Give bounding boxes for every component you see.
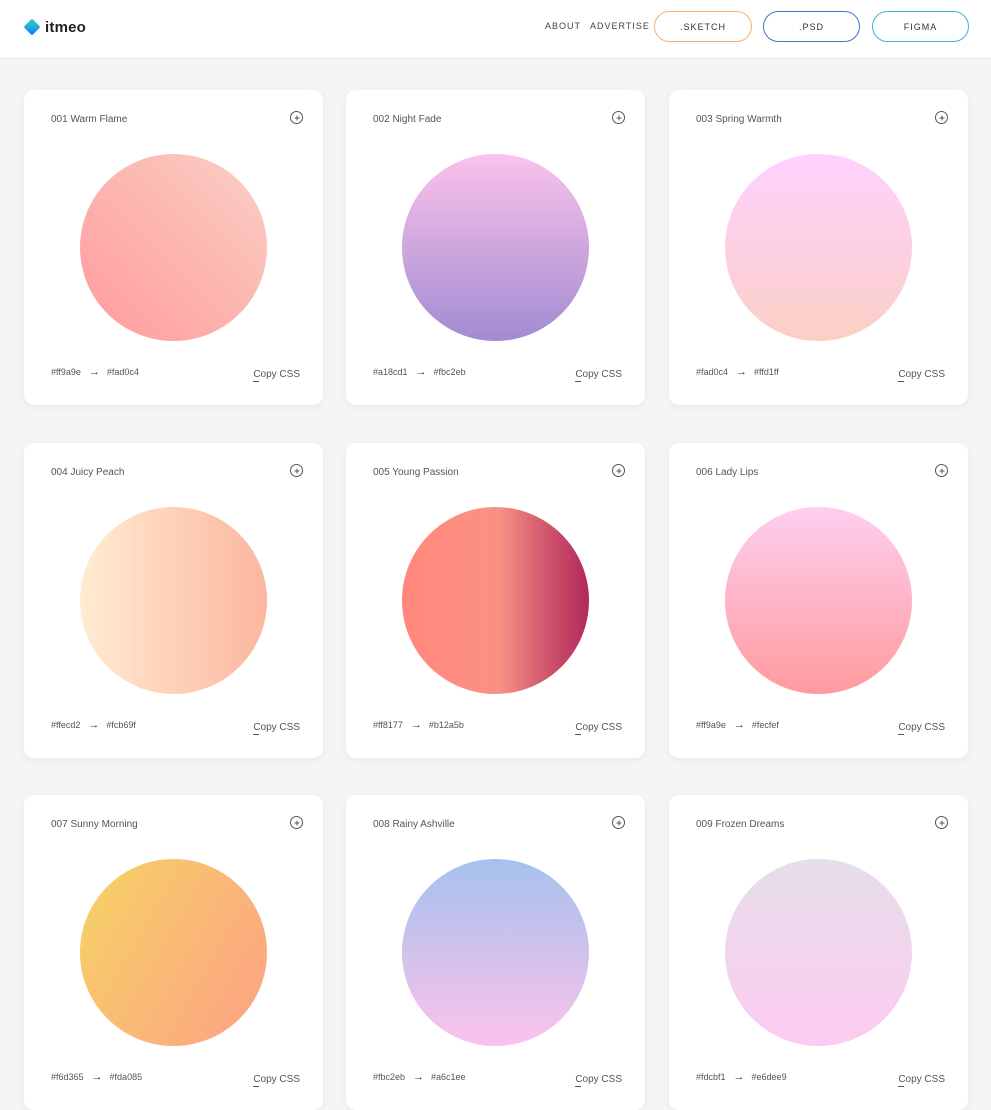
add-circle-icon[interactable]: [612, 464, 625, 477]
arrow-right-icon: →: [413, 1070, 425, 1083]
arrow-right-icon: →: [91, 1070, 103, 1083]
gradient-title: 002 Night Fade: [373, 114, 442, 125]
arrow-right-icon: →: [88, 718, 100, 731]
color-codes: #ff9a9e → #fad0c4: [51, 365, 139, 378]
color-codes: #ff8177 → #b12a5b: [373, 718, 464, 731]
to-color-code: #fad0c4: [106, 367, 139, 377]
logo[interactable]: itmeo: [23, 17, 87, 37]
from-color-code: #fad0c4: [696, 367, 729, 377]
gradient-card: 007 Sunny Morning #f6d365 → #fda085 Copy CSS: [24, 795, 323, 1110]
to-color-code: #ffd1ff: [754, 367, 779, 377]
arrow-right-icon: →: [415, 365, 427, 378]
arrow-right-icon: →: [736, 365, 748, 378]
copy-css-button[interactable]: Copy CSS: [898, 369, 945, 382]
logo-diamond-icon: [23, 18, 41, 36]
nav-about-link[interactable]: ABOUT: [545, 21, 581, 31]
add-circle-icon[interactable]: [612, 111, 625, 124]
from-color-code: #ffecd2: [51, 720, 81, 730]
gradient-card: 001 Warm Flame #ff9a9e → #fad0c4 Copy CSS: [24, 90, 323, 405]
add-circle-icon[interactable]: [290, 111, 303, 124]
gradient-title: 007 Sunny Morning: [51, 819, 138, 830]
color-codes: #fad0c4 → #ffd1ff: [696, 365, 779, 378]
from-color-code: #f6d365: [51, 1072, 84, 1082]
from-color-code: #ff8177: [373, 720, 403, 730]
to-color-code: #a6c1ee: [431, 1072, 466, 1082]
gradient-card: 002 Night Fade #a18cd1 → #fbc2eb Copy CSS: [346, 90, 645, 405]
copy-css-button[interactable]: Copy CSS: [898, 1074, 945, 1087]
gradient-swatch[interactable]: [725, 859, 912, 1046]
add-circle-icon[interactable]: [612, 816, 625, 829]
copy-css-button[interactable]: Copy CSS: [575, 369, 622, 382]
download-sketch-button[interactable]: .SKETCH: [654, 11, 752, 42]
add-circle-icon[interactable]: [935, 464, 948, 477]
copy-css-button[interactable]: Copy CSS: [253, 722, 300, 735]
to-color-code: #e6dee9: [751, 1072, 787, 1082]
nav-advertise-link[interactable]: ADVERTISE: [590, 21, 650, 31]
to-color-code: #fbc2eb: [433, 367, 466, 377]
add-circle-icon[interactable]: [935, 816, 948, 829]
from-color-code: #ff9a9e: [696, 720, 726, 730]
gradient-title: 003 Spring Warmth: [696, 114, 782, 125]
gradient-card: 003 Spring Warmth #fad0c4 → #ffd1ff Copy CSS: [669, 90, 968, 405]
color-codes: #ffecd2 → #fcb69f: [51, 718, 136, 731]
gradient-card: 009 Frozen Dreams #fdcbf1 → #e6dee9 Copy CSS: [669, 795, 968, 1110]
gradient-title: 001 Warm Flame: [51, 114, 128, 125]
gradient-swatch[interactable]: [725, 154, 912, 341]
to-color-code: #b12a5b: [428, 720, 464, 730]
copy-css-button[interactable]: Copy CSS: [575, 722, 622, 735]
gradient-swatch[interactable]: [80, 859, 267, 1046]
to-color-code: #fda085: [109, 1072, 143, 1082]
gradient-title: 005 Young Passion: [373, 467, 459, 478]
to-color-code: #fecfef: [751, 720, 779, 730]
color-codes: #fdcbf1 → #e6dee9: [696, 1070, 787, 1083]
gradient-title: 004 Juicy Peach: [51, 467, 125, 478]
gradient-card: 005 Young Passion #ff8177 → #b12a5b Copy CSS: [346, 443, 645, 758]
gradient-title: 009 Frozen Dreams: [696, 819, 785, 830]
from-color-code: #ff9a9e: [51, 367, 81, 377]
from-color-code: #fbc2eb: [373, 1072, 406, 1082]
gradient-card: 008 Rainy Ashville #fbc2eb → #a6c1ee Copy CS…: [346, 795, 645, 1110]
download-psd-button[interactable]: .PSD: [763, 11, 860, 42]
color-codes: #a18cd1 → #fbc2eb: [373, 365, 466, 378]
gradient-swatch[interactable]: [80, 154, 267, 341]
gradient-card: 004 Juicy Peach #ffecd2 → #fcb69f Copy CSS: [24, 443, 323, 758]
copy-css-button[interactable]: Copy CSS: [898, 722, 945, 735]
logo-text: itmeo: [45, 18, 87, 36]
arrow-right-icon: →: [733, 1070, 745, 1083]
arrow-right-icon: →: [733, 718, 745, 731]
gradient-swatch[interactable]: [402, 154, 589, 341]
add-circle-icon[interactable]: [935, 111, 948, 124]
add-circle-icon[interactable]: [290, 464, 303, 477]
copy-css-button[interactable]: Copy CSS: [253, 1074, 300, 1087]
copy-css-button[interactable]: Copy CSS: [253, 369, 300, 382]
gradient-title: 008 Rainy Ashville: [373, 819, 455, 830]
copy-css-button[interactable]: Copy CSS: [575, 1074, 622, 1087]
arrow-right-icon: →: [88, 365, 100, 378]
from-color-code: #fdcbf1: [696, 1072, 726, 1082]
color-codes: #f6d365 → #fda085: [51, 1070, 143, 1083]
add-circle-icon[interactable]: [290, 816, 303, 829]
to-color-code: #fcb69f: [106, 720, 136, 730]
from-color-code: #a18cd1: [373, 367, 408, 377]
download-figma-button[interactable]: FIGMA: [872, 11, 969, 42]
gradient-swatch[interactable]: [402, 859, 589, 1046]
color-codes: #fbc2eb → #a6c1ee: [373, 1070, 466, 1083]
gradient-swatch[interactable]: [402, 507, 589, 694]
color-codes: #ff9a9e → #fecfef: [696, 718, 779, 731]
gradient-swatch[interactable]: [80, 507, 267, 694]
top-bar: itmeo ABOUT ADVERTISE .SKETCH .PSD FIGMA: [0, 0, 991, 59]
arrow-right-icon: →: [410, 718, 422, 731]
gradient-title: 006 Lady Lips: [696, 467, 759, 478]
gradient-swatch[interactable]: [725, 507, 912, 694]
gradient-card: 006 Lady Lips #ff9a9e → #fecfef Copy CSS: [669, 443, 968, 758]
